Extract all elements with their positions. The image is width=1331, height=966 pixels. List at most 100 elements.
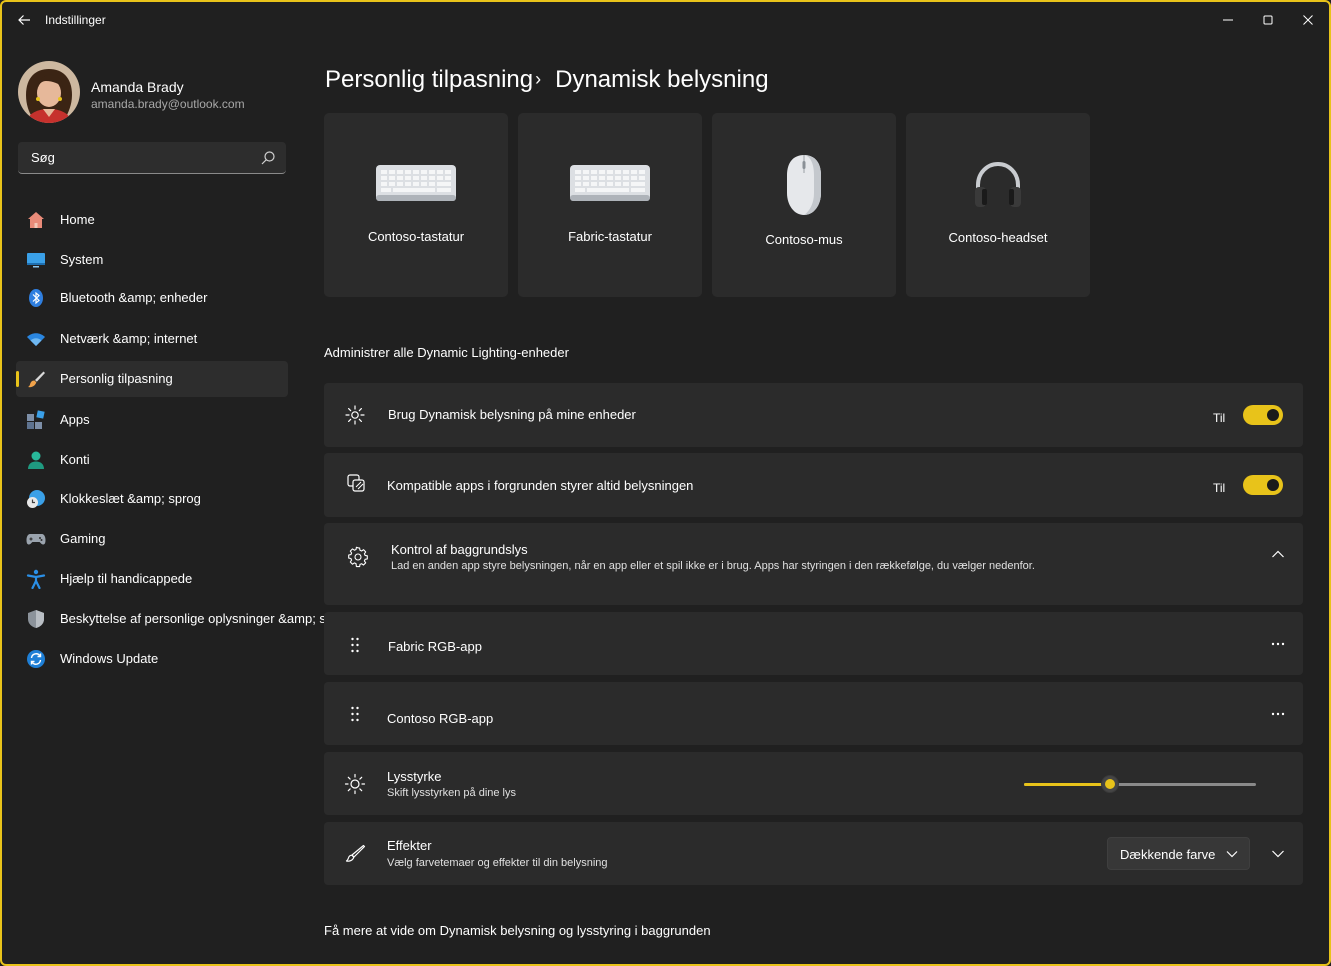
setting-title: Kompatible apps i forgrunden styrer alti… [387,478,694,493]
learn-more-link[interactable]: Få mere at vide om Dynamisk belysning og… [324,923,711,938]
sidebar-item-label: Bluetooth &amp; enheder [60,290,208,305]
device-label: Contoso-mus [765,232,843,247]
chevron-down-icon[interactable] [1271,849,1285,859]
breadcrumb-parent[interactable]: Personlig tilpasning [325,66,533,93]
monitor-icon [27,253,45,268]
sidebar-item-time-language[interactable]: Klokkeslæt &amp; sprog [16,481,288,517]
page-title: Dynamisk belysning [555,66,769,93]
toggle-state-label: Til [1213,481,1226,495]
gear-icon [348,546,368,568]
sidebar-item-home[interactable]: Home [16,202,288,238]
compatible-apps-toggle[interactable] [1243,475,1283,495]
breadcrumb-separator: › [535,69,542,89]
keyboard-icon [376,165,456,201]
avatar[interactable] [18,61,80,123]
brightness-slider[interactable] [1024,775,1256,793]
device-card-fabric-keyboard[interactable]: Fabric-tastatur [518,113,702,297]
list-item-contoso-rgb-app[interactable]: Contoso RGB-app [324,682,1303,745]
sidebar-item-personalization[interactable]: Personlig tilpasning [16,361,288,397]
device-card-contoso-headset[interactable]: Contoso-headset [906,113,1090,297]
sidebar-item-label: System [60,252,104,267]
app-title: Indstillinger [45,13,106,27]
search-icon[interactable] [260,150,276,166]
back-button[interactable] [12,8,36,32]
maximize-button[interactable] [1250,6,1286,34]
sidebar-item-accounts[interactable]: Konti [16,442,288,478]
app-layers-icon [347,474,365,492]
title-bar: Indstillinger [2,2,1329,38]
update-icon [27,650,45,668]
setting-subtitle: Vælg farvetemaer og effekter til din bel… [387,857,608,869]
sidebar-item-label: Hjælp til handicappede [60,571,193,586]
sidebar-item-gaming[interactable]: Gaming [16,521,288,557]
more-options-button[interactable] [1266,706,1290,722]
use-dynamic-lighting-toggle[interactable] [1243,405,1283,425]
bluetooth-icon [29,289,43,307]
paintbrush-icon [28,371,45,388]
setting-compatible-apps: Kompatible apps i forgrunden styrer alti… [324,453,1303,517]
device-label: Contoso-headset [948,230,1048,245]
slider-fill [1024,783,1110,786]
sidebar-item-accessibility[interactable]: Hjælp til handicappede [16,561,288,597]
user-name: Amanda Brady [91,79,184,95]
chevron-up-icon[interactable] [1271,549,1285,559]
sidebar-item-label: Personlig tilpasning [60,371,173,386]
home-icon [28,212,44,228]
drag-handle-icon[interactable] [350,706,360,722]
device-card-contoso-keyboard[interactable]: Contoso-tastatur [324,113,508,297]
setting-title: Effekter [387,838,432,853]
wifi-icon [27,333,45,346]
drag-handle-icon[interactable] [350,637,360,653]
app-name: Fabric RGB-app [388,639,482,654]
active-indicator [16,371,19,387]
settings-window: Indstillinger Amanda Brady amanda.brady@… [0,0,1331,966]
setting-title: Kontrol af baggrundslys [391,542,528,557]
pen-icon [345,844,366,862]
effects-dropdown[interactable]: Dækkende farve [1107,837,1250,870]
apps-icon [27,410,45,429]
minimize-button[interactable] [1210,6,1246,34]
slider-thumb[interactable] [1101,775,1119,793]
breadcrumb: Personlig tilpasning › Dynamisk belysning [325,66,769,94]
device-label: Fabric-tastatur [568,229,652,244]
close-icon [1303,15,1313,25]
sidebar-item-label: Konti [60,452,90,467]
setting-background-control[interactable]: Kontrol af baggrundslys Lad en anden app… [324,523,1303,605]
sidebar-item-label: Netværk &amp; internet [60,331,198,346]
setting-subtitle: Skift lysstyrken på dine lys [387,787,516,799]
setting-brightness: Lysstyrke Skift lysstyrken på dine lys [324,752,1303,815]
search-box[interactable] [18,142,286,174]
sidebar-item-apps[interactable]: Apps [16,402,288,438]
sidebar-item-system[interactable]: System [16,242,288,278]
toggle-knob [1267,409,1279,421]
more-icon [1271,642,1285,646]
device-card-contoso-mouse[interactable]: Contoso-mus [712,113,896,297]
sidebar-item-label: Apps [60,412,90,427]
chevron-down-icon [1226,851,1238,858]
device-label: Contoso-tastatur [367,229,465,244]
dropdown-selected-value: Dækkende farve [1120,847,1216,862]
sidebar-item-bluetooth[interactable]: Bluetooth &amp; enheder [16,280,288,316]
search-input[interactable] [18,142,248,173]
more-icon [1271,712,1285,716]
toggle-state-label: Til [1213,411,1226,425]
sidebar-item-privacy-security[interactable]: Beskyttelse af personlige oplysninger &a… [16,601,375,637]
clock-globe-icon [27,490,45,508]
mouse-icon [787,155,821,215]
sidebar-item-network[interactable]: Netværk &amp; internet [16,321,288,357]
lighting-icon [345,405,365,425]
shield-icon [28,610,44,628]
list-item-fabric-rgb-app[interactable]: Fabric RGB-app [324,612,1303,675]
close-button[interactable] [1290,6,1326,34]
gamepad-icon [26,534,46,545]
sidebar-item-windows-update[interactable]: Windows Update [16,641,288,677]
setting-use-dynamic-lighting: Brug Dynamisk belysning på mine enheder … [324,383,1303,447]
sun-icon [344,773,366,795]
user-portrait-icon [18,61,80,123]
user-email: amanda.brady@outlook.com [91,97,245,111]
more-options-button[interactable] [1266,636,1290,652]
app-name: Contoso RGB-app [387,711,494,726]
sidebar-item-label: Klokkeslæt &amp; sprog [60,491,201,506]
setting-subtitle: Lad en anden app styre belysningen, når … [391,560,1035,572]
setting-title: Brug Dynamisk belysning på mine enheder [388,407,636,422]
